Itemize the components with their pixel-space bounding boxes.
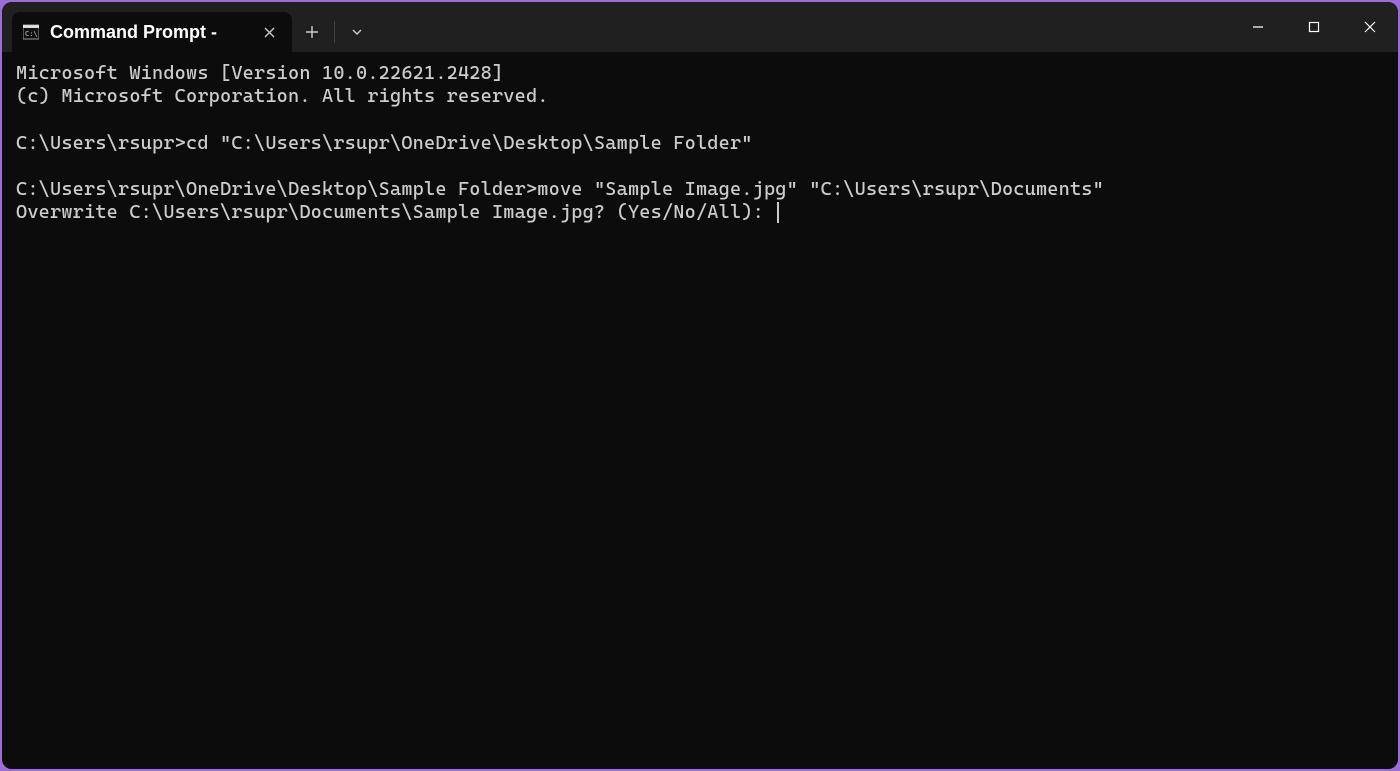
tab-close-button[interactable] — [258, 21, 280, 43]
terminal-line: Microsoft Windows [Version 10.0.22621.24… — [16, 62, 503, 84]
cursor — [777, 202, 779, 223]
terminal-window: C:\ Command Prompt - — [2, 2, 1398, 769]
active-tab[interactable]: C:\ Command Prompt - — [12, 12, 292, 52]
terminal-line: C:\Users\rsupr\OneDrive\Desktop\Sample F… — [16, 178, 1104, 200]
terminal-line: (c) Microsoft Corporation. All rights re… — [16, 85, 549, 107]
cmd-icon: C:\ — [22, 23, 40, 41]
divider — [334, 21, 335, 43]
minimize-button[interactable] — [1230, 2, 1286, 52]
tab-actions — [292, 12, 377, 52]
close-button[interactable] — [1342, 2, 1398, 52]
titlebar: C:\ Command Prompt - — [2, 2, 1398, 52]
maximize-button[interactable] — [1286, 2, 1342, 52]
svg-text:C:\: C:\ — [25, 30, 38, 38]
tab-dropdown-button[interactable] — [337, 12, 377, 52]
tab-title: Command Prompt - — [50, 22, 248, 43]
terminal-line: Overwrite C:\Users\rsupr\Documents\Sampl… — [16, 201, 775, 223]
window-controls — [1230, 2, 1398, 52]
new-tab-button[interactable] — [292, 12, 332, 52]
terminal-line: C:\Users\rsupr>cd "C:\Users\rsupr\OneDri… — [16, 132, 753, 154]
terminal-body[interactable]: Microsoft Windows [Version 10.0.22621.24… — [2, 52, 1398, 769]
